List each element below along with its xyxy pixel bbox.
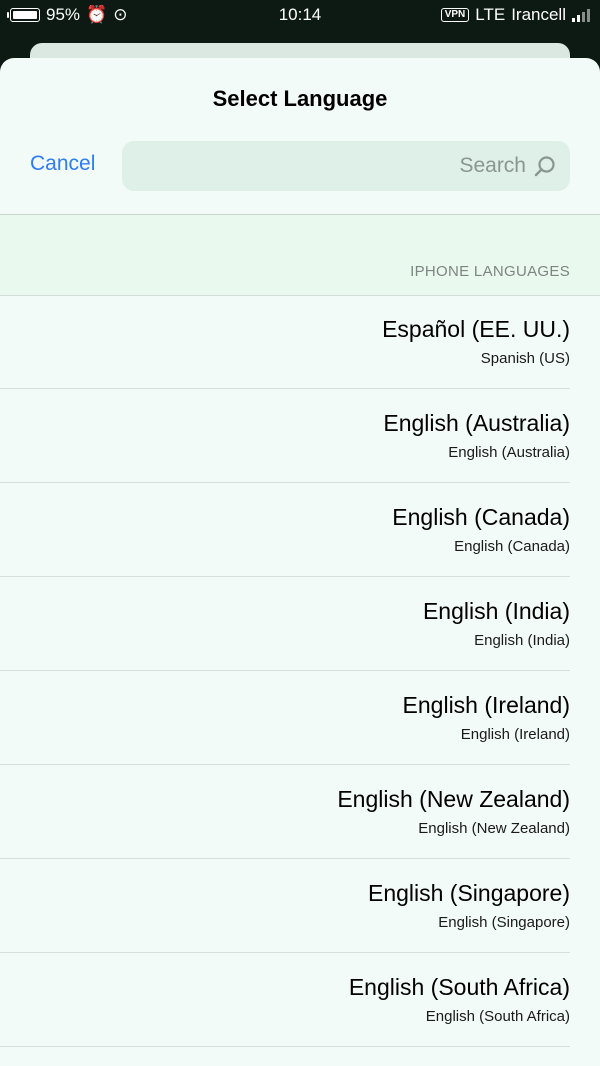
language-name: English (India)	[422, 598, 570, 624]
list-item[interactable]: English (New Zealand) English (New Zeala…	[0, 765, 570, 859]
language-name: English (Singapore)	[367, 880, 570, 906]
status-bar: 95% ⏰ ⊙ 10:14 VPN LTE Irancell	[0, 0, 600, 30]
list-item[interactable]: English (Ireland) English (Ireland)	[0, 671, 570, 765]
list-item[interactable]: English (South Africa) English (South Af…	[0, 953, 570, 1047]
signal-icon	[572, 8, 590, 22]
language-subtitle: English (Singapore)	[438, 914, 570, 931]
language-subtitle: English (New Zealand)	[418, 820, 570, 837]
language-name: English (Australia)	[383, 410, 570, 436]
search-input[interactable]: Search	[122, 141, 570, 191]
section-header-band	[0, 214, 600, 296]
language-name: English (Canada)	[392, 504, 570, 530]
sheet-title: Select Language	[212, 86, 388, 111]
network-type: LTE	[475, 5, 506, 24]
language-subtitle: English (Australia)	[448, 444, 570, 461]
section-header: IPHONE LANGUAGES	[410, 263, 570, 280]
vpn-badge: VPN	[440, 8, 470, 22]
status-right: VPN LTE Irancell	[440, 5, 590, 25]
language-subtitle: English (India)	[474, 632, 570, 649]
clock: 10:14	[278, 5, 322, 24]
language-subtitle: Spanish (US)	[480, 350, 570, 367]
cancel-button[interactable]: Cancel	[30, 152, 95, 176]
language-name: Español (EE. UU.)	[382, 316, 570, 342]
search-placeholder: Search	[459, 154, 526, 177]
list-item[interactable]: English (Canada) English (Canada)	[0, 483, 570, 577]
language-subtitle: English (Canada)	[454, 538, 570, 555]
carrier-name: Irancell	[511, 5, 566, 24]
language-name: English (South Africa)	[348, 974, 570, 1000]
search-icon	[534, 156, 555, 177]
language-name: English (Ireland)	[402, 692, 570, 718]
language-list: Español (EE. UU.) Spanish (US) English (…	[0, 295, 600, 1047]
language-sheet: Select Language Search Cancel IPHONE LAN…	[0, 58, 600, 1066]
list-item[interactable]: English (Australia) English (Australia)	[0, 389, 570, 483]
list-item[interactable]: English (Singapore) English (Singapore)	[0, 859, 570, 953]
list-item[interactable]: English (India) English (India)	[0, 577, 570, 671]
language-name: English (New Zealand)	[337, 786, 570, 812]
language-subtitle: English (Ireland)	[460, 726, 570, 743]
language-subtitle: English (South Africa)	[425, 1008, 570, 1025]
list-item[interactable]: Español (EE. UU.) Spanish (US)	[0, 295, 570, 389]
